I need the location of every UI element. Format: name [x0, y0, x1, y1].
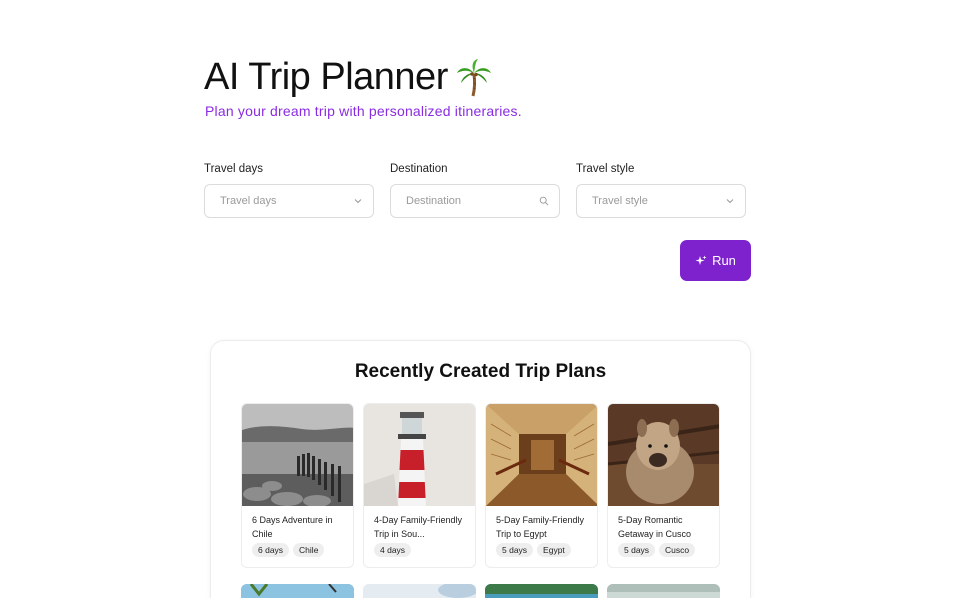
tag-badge: 4 days — [374, 543, 412, 557]
recent-trips-panel: Recently Created Trip Plans 6 Days Adven… — [210, 340, 751, 598]
trip-card-title: 5-Day Romantic Getaway in Cusco — [618, 515, 692, 539]
tag-badge: 5 days — [496, 543, 534, 557]
travel-days-label: Travel days — [204, 163, 264, 175]
destination-label: Destination — [390, 163, 448, 175]
palm-tree-icon — [456, 58, 491, 96]
destination-field: Destination Destination — [390, 163, 560, 218]
travel-days-field: Travel days Travel days — [204, 163, 374, 218]
sky-image — [363, 584, 476, 598]
trip-card[interactable]: 6 Days Adventure in Chile 6 days Chile — [241, 403, 354, 568]
tropical-coast-image — [485, 584, 598, 598]
run-button-label: Run — [712, 253, 736, 268]
lighthouse-image — [364, 404, 475, 506]
chevron-down-icon — [726, 199, 734, 204]
sparkle-icon — [695, 255, 707, 265]
trip-card[interactable]: 5-Day Family-Friendly Trip to Egypt 5 da… — [485, 403, 598, 568]
trip-card-partial[interactable] — [485, 584, 598, 598]
palm-beach-image — [241, 584, 354, 598]
trip-card-tags: 5 days Cusco — [618, 543, 719, 557]
title-row: AI Trip Planner — [204, 56, 494, 99]
travel-days-placeholder: Travel days — [220, 195, 277, 207]
travel-style-placeholder: Travel style — [592, 195, 648, 207]
trip-card-partial[interactable] — [607, 584, 720, 598]
trip-card-partial[interactable] — [241, 584, 354, 598]
page-title: AI Trip Planner — [204, 56, 448, 98]
chevron-down-icon — [354, 199, 362, 204]
travel-style-select[interactable]: Travel style — [576, 184, 746, 218]
pier-landscape-image — [242, 404, 353, 506]
trip-card-title: 6 Days Adventure in Chile — [252, 515, 333, 539]
trip-card-tags: 4 days — [374, 543, 475, 557]
tag-badge: Chile — [293, 543, 325, 557]
recent-trips-title: Recently Created Trip Plans — [354, 361, 607, 382]
travel-days-select[interactable]: Travel days — [204, 184, 374, 218]
misty-landscape-image — [607, 584, 720, 598]
trip-card-title: 5-Day Family-Friendly Trip to Egypt — [496, 515, 585, 539]
tag-badge: Egypt — [537, 543, 571, 557]
run-button[interactable]: Run — [680, 240, 751, 281]
trip-card-tags: 6 days Chile — [252, 543, 353, 557]
trip-card[interactable]: 5-Day Romantic Getaway in Cusco 5 days C… — [607, 403, 720, 568]
trip-card-tags: 5 days Egypt — [496, 543, 597, 557]
tag-badge: 6 days — [252, 543, 290, 557]
page-subtitle: Plan your dream trip with personalized i… — [205, 103, 522, 119]
destination-input[interactable]: Destination — [390, 184, 560, 218]
trip-card-title: 4-Day Family-Friendly Trip in Sou... — [374, 515, 463, 539]
egyptian-tomb-image — [486, 404, 597, 506]
travel-style-field: Travel style Travel style — [576, 163, 746, 218]
search-icon — [539, 196, 549, 206]
travel-style-label: Travel style — [576, 163, 635, 175]
trip-card-partial[interactable] — [363, 584, 476, 598]
alpaca-image — [608, 404, 719, 506]
tag-badge: 5 days — [618, 543, 656, 557]
trip-card[interactable]: 4-Day Family-Friendly Trip in Sou... 4 d… — [363, 403, 476, 568]
destination-placeholder: Destination — [406, 195, 462, 207]
tag-badge: Cusco — [659, 543, 696, 557]
